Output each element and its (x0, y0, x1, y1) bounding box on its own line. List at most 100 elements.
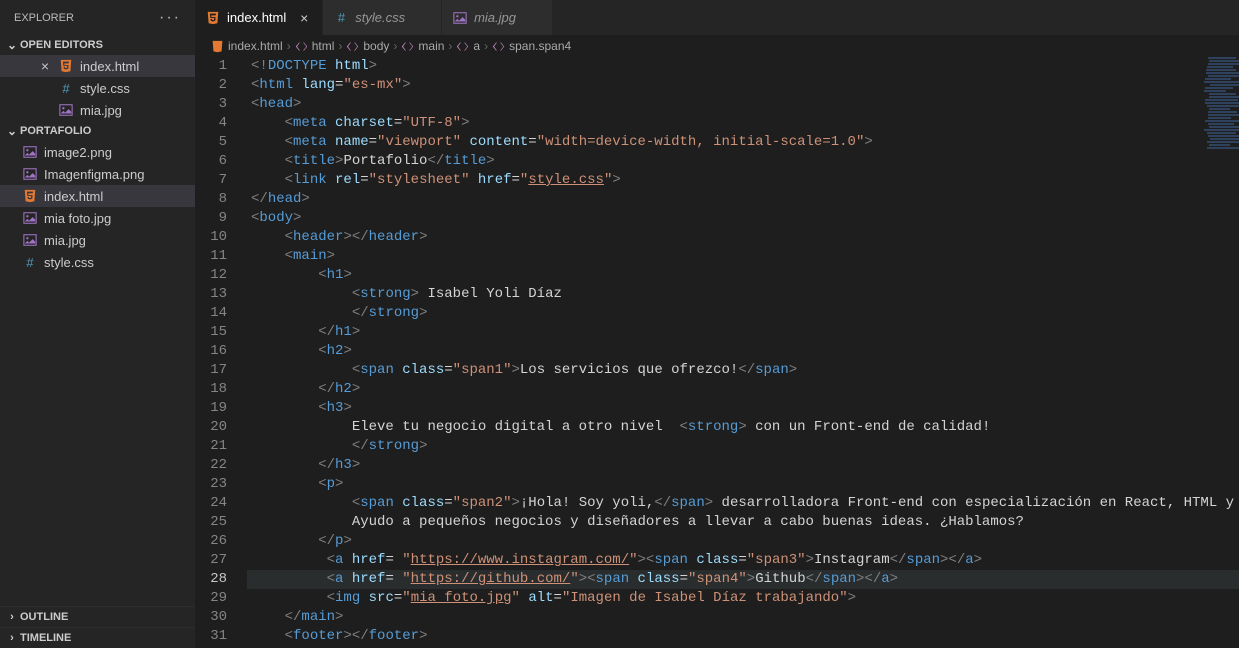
code-line[interactable]: <header></header> (247, 228, 1239, 247)
line-number[interactable]: 6 (195, 152, 227, 171)
line-number[interactable]: 17 (195, 361, 227, 380)
image-file-icon (22, 233, 38, 247)
breadcrumb-label[interactable]: html (312, 39, 335, 53)
line-number[interactable]: 29 (195, 589, 227, 608)
line-number[interactable]: 20 (195, 418, 227, 437)
more-icon[interactable]: ··· (159, 9, 181, 27)
code-line[interactable]: <span class="span2">¡Hola! Soy yoli,</sp… (247, 494, 1239, 513)
line-number[interactable]: 9 (195, 209, 227, 228)
file-tree-item[interactable]: mia foto.jpg (0, 207, 195, 229)
line-number[interactable]: 21 (195, 437, 227, 456)
line-number[interactable]: 26 (195, 532, 227, 551)
image-file-icon (22, 145, 38, 159)
image-file-icon (58, 103, 74, 117)
breadcrumb-label[interactable]: body (363, 39, 389, 53)
file-tree-item[interactable]: mia.jpg (0, 229, 195, 251)
breadcrumb-label[interactable]: main (418, 39, 444, 53)
line-number[interactable]: 15 (195, 323, 227, 342)
code-line[interactable]: </strong> (247, 304, 1239, 323)
code-line[interactable]: <strong> Isabel Yoli Díaz (247, 285, 1239, 304)
code-line[interactable]: <a href= "https://github.com/"><span cla… (247, 570, 1239, 589)
code-line[interactable]: <a href= "https://www.instagram.com/"><s… (247, 551, 1239, 570)
breadcrumb-label[interactable]: a (473, 39, 480, 53)
chevron-right-icon: › (393, 39, 397, 53)
code-line[interactable]: Ayudo a pequeños negocios y diseñadores … (247, 513, 1239, 532)
code-line[interactable]: <head> (247, 95, 1239, 114)
tag-icon (401, 40, 414, 53)
chevron-right-icon: › (4, 611, 20, 623)
line-number[interactable]: 16 (195, 342, 227, 361)
file-tree-item[interactable]: #style.css (0, 251, 195, 273)
breadcrumb-label[interactable]: span.span4 (509, 39, 571, 53)
code-line[interactable]: <img src="mia foto.jpg" alt="Imagen de I… (247, 589, 1239, 608)
line-number[interactable]: 8 (195, 190, 227, 209)
code-line[interactable]: <html lang="es-mx"> (247, 76, 1239, 95)
code-line[interactable]: <span class="span1">Los servicios que of… (247, 361, 1239, 380)
file-tree-item[interactable]: Imagenfigma.png (0, 163, 195, 185)
code-line[interactable]: <link rel="stylesheet" href="style.css"> (247, 171, 1239, 190)
code-line[interactable]: <main> (247, 247, 1239, 266)
breadcrumbs[interactable]: index.html›html›body›main›a›span.span4 (195, 35, 1239, 57)
css-file-icon: # (333, 10, 349, 25)
code-line[interactable]: Eleve tu negocio digital a otro nivel <s… (247, 418, 1239, 437)
line-number[interactable]: 4 (195, 114, 227, 133)
minimap[interactable] (1204, 57, 1239, 177)
collapsed-section[interactable]: ›TIMELINE (0, 627, 195, 648)
line-number[interactable]: 11 (195, 247, 227, 266)
code-editor[interactable]: 1234567891011121314151617181920212223242… (195, 57, 1239, 648)
line-number[interactable]: 5 (195, 133, 227, 152)
code-line[interactable]: <h2> (247, 342, 1239, 361)
open-editor-item[interactable]: #style.css (0, 77, 195, 99)
file-tree-item[interactable]: index.html (0, 185, 195, 207)
chevron-right-icon: › (338, 39, 342, 53)
line-number[interactable]: 22 (195, 456, 227, 475)
line-number[interactable]: 25 (195, 513, 227, 532)
folder-section[interactable]: ⌄ PORTAFOLIO (0, 121, 195, 141)
editor-tab[interactable]: mia.jpg× (442, 0, 553, 35)
line-number[interactable]: 1 (195, 57, 227, 76)
collapsed-section[interactable]: ›OUTLINE (0, 606, 195, 627)
line-number[interactable]: 7 (195, 171, 227, 190)
open-editor-item[interactable]: ×index.html (0, 55, 195, 77)
line-number[interactable]: 30 (195, 608, 227, 627)
code-line[interactable]: <meta charset="UTF-8"> (247, 114, 1239, 133)
close-icon[interactable]: × (38, 58, 52, 74)
close-icon[interactable]: × (296, 10, 312, 26)
file-tree-item[interactable]: image2.png (0, 141, 195, 163)
code-line[interactable]: <body> (247, 209, 1239, 228)
editor-tab[interactable]: #style.css× (323, 0, 442, 35)
line-number[interactable]: 14 (195, 304, 227, 323)
line-number[interactable]: 18 (195, 380, 227, 399)
code-line[interactable]: </h3> (247, 456, 1239, 475)
line-number[interactable]: 28 (195, 570, 227, 589)
code-line[interactable]: <h3> (247, 399, 1239, 418)
breadcrumb-label[interactable]: index.html (228, 39, 283, 53)
line-number[interactable]: 19 (195, 399, 227, 418)
code-line[interactable]: <footer></footer> (247, 627, 1239, 646)
code-line[interactable]: <!DOCTYPE html> (247, 57, 1239, 76)
line-number[interactable]: 31 (195, 627, 227, 646)
code-line[interactable]: </head> (247, 190, 1239, 209)
line-number[interactable]: 27 (195, 551, 227, 570)
code-line[interactable]: <meta name="viewport" content="width=dev… (247, 133, 1239, 152)
line-number[interactable]: 2 (195, 76, 227, 95)
tag-icon (295, 40, 308, 53)
line-number[interactable]: 12 (195, 266, 227, 285)
editor-tab[interactable]: index.html× (195, 0, 323, 35)
line-number[interactable]: 10 (195, 228, 227, 247)
open-editor-item[interactable]: mia.jpg (0, 99, 195, 121)
code-line[interactable]: <title>Portafolio</title> (247, 152, 1239, 171)
html-file-icon (58, 59, 74, 73)
line-number[interactable]: 13 (195, 285, 227, 304)
code-line[interactable]: </strong> (247, 437, 1239, 456)
line-number[interactable]: 24 (195, 494, 227, 513)
code-line[interactable]: </p> (247, 532, 1239, 551)
line-number[interactable]: 23 (195, 475, 227, 494)
code-line[interactable]: </h1> (247, 323, 1239, 342)
code-line[interactable]: </main> (247, 608, 1239, 627)
line-number[interactable]: 3 (195, 95, 227, 114)
open-editors-section[interactable]: ⌄ OPEN EDITORS (0, 35, 195, 55)
code-line[interactable]: </h2> (247, 380, 1239, 399)
code-line[interactable]: <h1> (247, 266, 1239, 285)
code-line[interactable]: <p> (247, 475, 1239, 494)
